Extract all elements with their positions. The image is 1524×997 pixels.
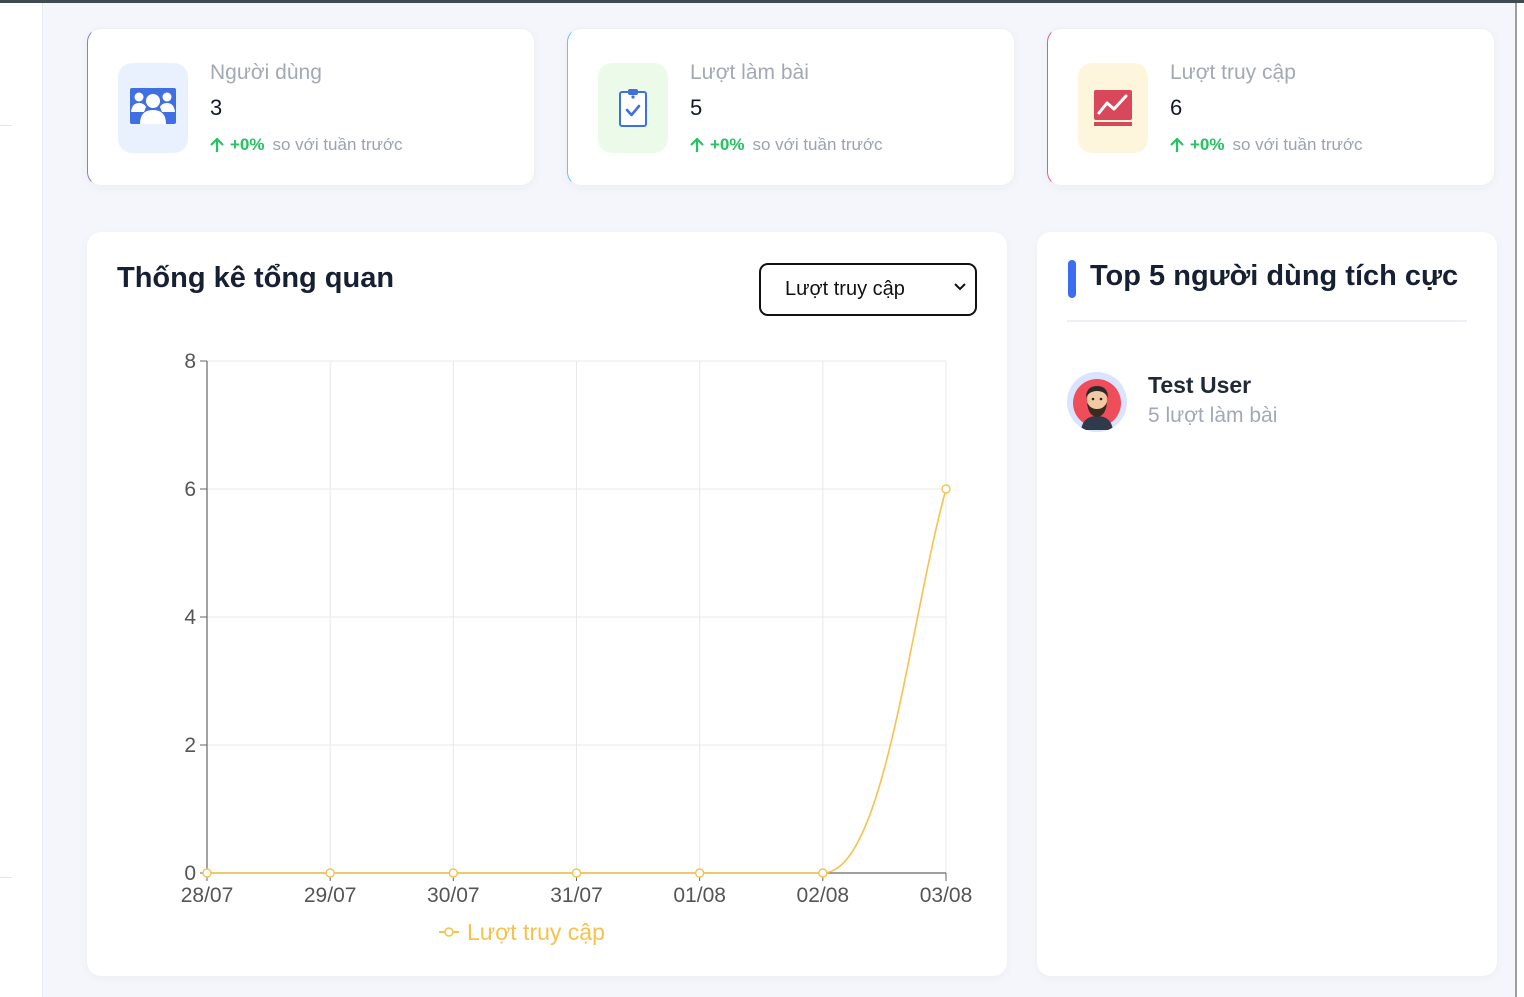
stat-change-percent: +0% [1190,135,1225,154]
data-point [694,868,705,878]
data-point [818,868,828,878]
y-tick-label: 8 [184,350,196,373]
data-point [571,868,582,878]
stat-compare-label: so với tuần trước [1232,135,1363,154]
y-tick-label: 2 [184,734,196,757]
stat-change-percent: +0% [230,135,265,154]
stat-compare-label: so với tuần trước [272,135,403,154]
data-point [448,868,459,878]
stat-change: +0% so với tuần trước [1170,135,1363,155]
stat-card-users: Người dùng 3 +0% so với tuần trước [87,28,535,186]
list-item[interactable]: Test User 5 lượt làm bài [1067,370,1467,434]
trend-chart-icon [1078,63,1148,153]
window-top-border [0,0,1524,3]
user-name: Test User [1148,372,1252,398]
overview-panel: Thống kê tổng quan Lượt truy cập 0 2 4 6 8 28… [87,232,1007,976]
y-tick-label: 6 [184,478,196,501]
stat-value: 3 [210,95,223,120]
stat-card-visits: Lượt truy cập 6 +0% so với tuần trước [1047,28,1495,186]
x-tick-label: 29/07 [304,884,357,907]
title-accent-bar [1068,260,1076,298]
arrow-up-icon [1170,137,1184,152]
avatar [1067,372,1127,432]
x-tick-label: 03/08 [920,884,973,907]
x-tick-label: 30/07 [427,884,480,907]
arrow-up-icon [690,137,704,152]
arrow-up-icon [210,137,224,152]
stat-change: +0% so với tuần trước [690,135,883,155]
line-chart: 0 2 4 6 8 28/07 29/07 30/07 31/07 01/08 02/08 03/08… [181,350,973,945]
stat-value: 5 [690,95,703,120]
stat-title: Lượt truy cập [1170,61,1296,84]
top-users-panel: Top 5 người dùng tích cực Test User 5 lư… [1037,232,1497,976]
scrollbar[interactable] [1515,3,1524,997]
users-icon [118,63,188,153]
panel-title: Top 5 người dùng tích cực [1090,260,1459,292]
stat-title: Người dùng [210,61,322,84]
y-tick-label: 0 [184,862,196,885]
stat-change-percent: +0% [710,135,745,154]
divider [1067,320,1467,322]
x-tick-label: 01/08 [673,884,726,907]
y-tick-label: 4 [184,606,196,629]
legend-marker-point [444,927,454,937]
data-point [325,868,335,878]
user-activity: 5 lượt làm bài [1148,404,1278,427]
legend-label: Lượt truy cập [467,919,605,945]
sidebar-edge [0,3,43,997]
x-tick-label: 31/07 [550,884,603,907]
stat-change: +0% so với tuần trước [210,135,403,155]
stat-value: 6 [1170,95,1183,120]
stat-card-attempts: Lượt làm bài 5 +0% so với tuần trước [567,28,1015,186]
clipboard-check-icon [598,63,668,153]
stat-title: Lượt làm bài [690,61,809,84]
x-tick-label: 28/07 [181,884,234,907]
data-point [202,868,212,878]
sidebar-divider [0,877,12,878]
data-point [941,484,951,494]
x-tick-label: 02/08 [797,884,850,907]
sidebar-divider [0,125,12,126]
stat-compare-label: so với tuần trước [752,135,883,154]
